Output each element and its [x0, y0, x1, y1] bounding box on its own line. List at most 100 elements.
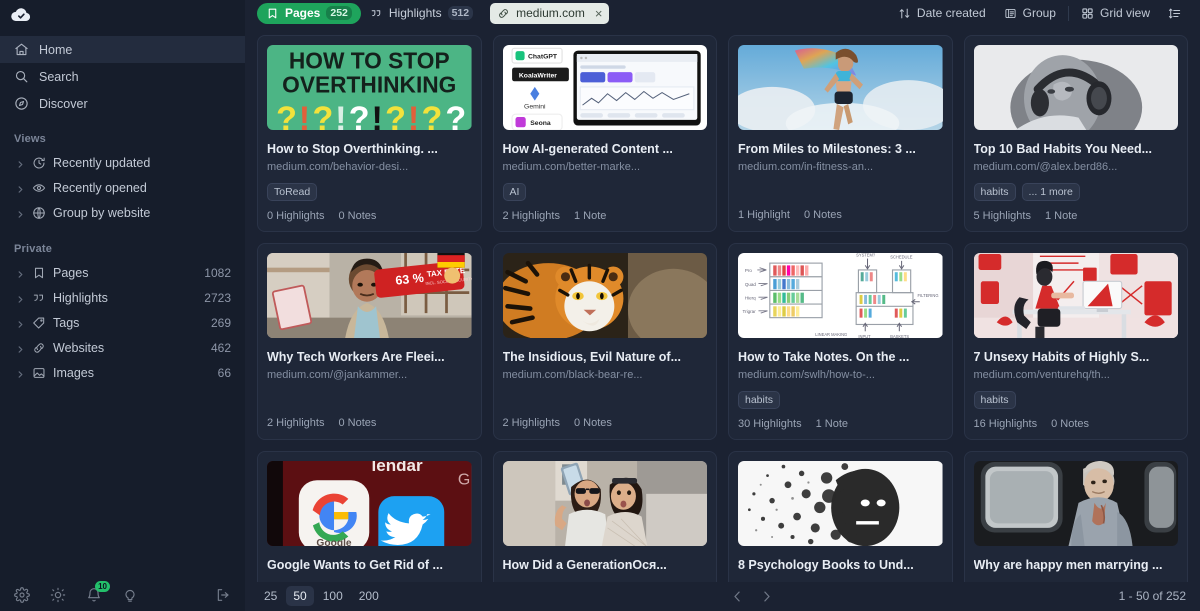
sidebar-item-websites[interactable]: Websites 462 — [0, 335, 245, 360]
quote-icon — [370, 7, 383, 20]
svg-text:Pro: Pro — [745, 268, 753, 273]
view-mode-button[interactable]: Grid view — [1072, 2, 1159, 24]
sidebar-item-tags[interactable]: Tags 269 — [0, 310, 245, 335]
chevron-right-icon[interactable] — [16, 268, 25, 278]
card-title: From Miles to Milestones: 3 ... — [738, 141, 916, 156]
sidebar-scroll: Home Search Discover Views Recently upda… — [0, 30, 245, 578]
sun-icon[interactable] — [50, 587, 66, 603]
page-size-option[interactable]: 200 — [352, 586, 386, 606]
sidebar-item-group-by-website[interactable]: Group by website — [0, 200, 245, 225]
cards-grid-container[interactable]: HOW TO STOP OVERTHINKING ?! ?! ?! ?! ?? … — [245, 27, 1200, 582]
chevron-right-icon[interactable] — [759, 589, 774, 604]
sidebar-item-images[interactable]: Images 66 — [0, 360, 245, 385]
chip-label: Pages — [285, 6, 321, 21]
bookmark-card[interactable]: HOW TO STOP OVERTHINKING ?! ?! ?! ?! ?? … — [257, 34, 482, 232]
page-size-option[interactable]: 25 — [257, 586, 284, 606]
svg-text:INPUT: INPUT — [858, 334, 871, 338]
bookmark-card[interactable]: How Did a GenerationОся... — [492, 450, 717, 582]
sidebar-item-label: Discover — [39, 96, 88, 111]
chevron-left-icon[interactable] — [730, 589, 745, 604]
sort-arrows-icon — [898, 7, 911, 20]
sidebar-item-highlights[interactable]: Highlights 2723 — [0, 285, 245, 310]
card-meta: 16 Highlights 0 Notes — [974, 418, 1179, 430]
pagination-info: 1 - 50 of 252 — [1118, 589, 1186, 604]
toolbar: Pages 252 Highlights 512 medium.com × Da… — [245, 0, 1200, 27]
app-root: Home Search Discover Views Recently upda… — [0, 0, 1200, 611]
sidebar-item-count: 2723 — [204, 290, 231, 305]
page-size-option[interactable]: 100 — [316, 586, 350, 606]
bookmark-card[interactable]: 63 % TAX RATE INCL. SOCIAL SECURITY Why … — [257, 242, 482, 440]
bookmark-card[interactable]: Why are happy men marrying ... — [963, 450, 1188, 582]
chevron-right-icon[interactable] — [16, 208, 25, 218]
raindrop-cloud-check-icon[interactable] — [10, 4, 32, 26]
globe-icon — [32, 206, 46, 220]
card-tag[interactable]: ... 1 more — [1021, 182, 1080, 201]
pager — [730, 589, 774, 604]
chevron-right-icon[interactable] — [16, 183, 25, 193]
sidebar-item-home[interactable]: Home — [0, 36, 245, 63]
card-thumbnail — [738, 460, 943, 546]
logo-bar — [0, 0, 245, 30]
card-url: medium.com/better-marke... — [502, 160, 641, 173]
chip-highlights[interactable]: Highlights 512 — [361, 3, 482, 24]
bookmark-card[interactable]: 7 Unsexy Habits of Highly S... medium.com… — [963, 242, 1188, 440]
chevron-right-icon[interactable] — [16, 368, 25, 378]
bookmark-card[interactable]: Pro Quad Hierq Trigrar SYSTEM? SCHEDULE … — [728, 242, 953, 440]
group-button[interactable]: Group — [995, 2, 1065, 24]
bookmark-card[interactable]: lendar Google G Google Wants to Get Rid o… — [257, 450, 482, 582]
sidebar-item-recently-updated[interactable]: Recently updated — [0, 150, 245, 175]
gear-icon[interactable] — [14, 586, 30, 603]
svg-text:Quad: Quad — [745, 282, 757, 287]
sidebar-item-recently-opened[interactable]: Recently opened — [0, 175, 245, 200]
card-url: medium.com/behavior-desi... — [267, 160, 409, 173]
sort-button[interactable]: Date created — [889, 2, 995, 24]
page-size-option[interactable]: 50 — [286, 586, 314, 607]
density-button[interactable] — [1159, 2, 1190, 24]
card-tag[interactable]: habits — [738, 390, 781, 409]
chevron-right-icon[interactable] — [16, 318, 25, 328]
svg-text:!: ! — [299, 100, 310, 130]
bookmark-card[interactable]: 8 Psychology Books to Und... — [728, 450, 953, 582]
chip-count: 252 — [326, 6, 352, 21]
card-notes-count: 0 Notes — [573, 416, 612, 429]
sidebar-section-private: Private — [14, 243, 53, 255]
bookmark-card[interactable]: From Miles to Milestones: 3 ... medium.co… — [728, 34, 953, 232]
logout-icon[interactable] — [215, 587, 231, 603]
card-highlights-count: 16 Highlights — [973, 417, 1038, 430]
lightbulb-icon[interactable] — [122, 587, 138, 603]
card-tag[interactable]: habits — [973, 182, 1016, 201]
bookmark-card[interactable]: The Insidious, Evil Nature of... medium.c… — [492, 242, 717, 440]
bookmark-card[interactable]: Top 10 Bad Habits You Need... medium.com/… — [963, 34, 1188, 232]
bookmark-card[interactable]: ChatGPT KoalaWriter Gemini Seona How AI-… — [492, 34, 717, 232]
card-highlights-count: 30 Highlights — [738, 417, 802, 430]
tag-icon — [32, 316, 46, 330]
chevron-right-icon[interactable] — [16, 158, 25, 168]
card-notes-count: 1 Note — [1044, 209, 1078, 222]
clock-icon — [32, 156, 46, 170]
sidebar-item-discover[interactable]: Discover — [0, 90, 245, 117]
card-notes-count: 0 Notes — [803, 208, 842, 221]
sidebar-item-pages[interactable]: Pages 1082 — [0, 260, 245, 285]
chevron-right-icon[interactable] — [16, 343, 25, 353]
svg-text:Hierq: Hierq — [745, 295, 756, 300]
notifications-button[interactable]: 10 — [86, 580, 110, 603]
svg-text:SYSTEM?: SYSTEM? — [856, 253, 876, 257]
card-title: How AI-generated Content ... — [502, 141, 673, 156]
chevron-right-icon[interactable] — [16, 293, 25, 303]
eye-icon — [32, 181, 46, 195]
card-meta: 1 Highlight 0 Notes — [738, 209, 943, 221]
close-icon[interactable]: × — [595, 6, 603, 21]
sidebar-item-search[interactable]: Search — [0, 63, 245, 90]
main-content: Pages 252 Highlights 512 medium.com × Da… — [245, 0, 1200, 611]
card-tag[interactable]: habits — [973, 390, 1016, 409]
card-url: medium.com/venturehq/th... — [973, 368, 1110, 381]
chip-pages[interactable]: Pages 252 — [257, 2, 361, 24]
card-tag[interactable]: ToRead — [267, 182, 318, 201]
chip-site-label: medium.com — [516, 6, 585, 21]
chip-site-filter[interactable]: medium.com × — [490, 2, 610, 24]
card-tag[interactable]: AI — [502, 182, 527, 201]
sidebar-item-label: Websites — [53, 340, 105, 355]
svg-text:BASKETS: BASKETS — [890, 334, 909, 338]
sidebar-item-label: Home — [39, 42, 73, 57]
notifications-badge: 10 — [95, 580, 110, 592]
